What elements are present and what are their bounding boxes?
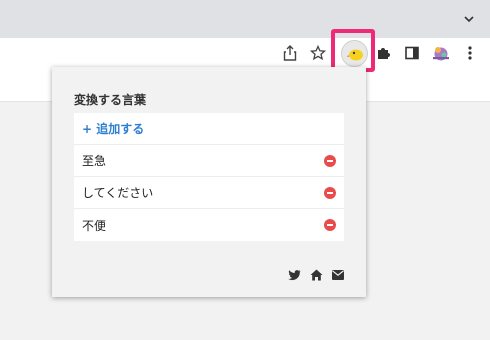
- remove-icon[interactable]: [324, 154, 336, 167]
- profile-avatar[interactable]: [430, 44, 452, 62]
- page-area-left: [0, 68, 52, 102]
- word-list: + 追加する 至急 してください 不便: [74, 113, 344, 241]
- side-panel-icon[interactable]: [403, 44, 421, 62]
- extension-icon[interactable]: [341, 40, 368, 67]
- page-area-right: [366, 68, 490, 102]
- word-text: してください: [82, 186, 154, 200]
- mail-icon[interactable]: [332, 270, 344, 280]
- word-text: 至急: [82, 154, 107, 168]
- popup-footer: [288, 269, 344, 281]
- star-icon[interactable]: [309, 44, 327, 62]
- share-icon[interactable]: [281, 44, 299, 62]
- word-row: してください: [74, 177, 344, 209]
- word-row: 不便: [74, 209, 344, 241]
- remove-icon[interactable]: [324, 186, 336, 199]
- browser-tabstrip: [0, 0, 490, 38]
- twitter-icon[interactable]: [288, 269, 301, 281]
- add-word-button[interactable]: + 追加する: [74, 113, 344, 145]
- home-icon[interactable]: [310, 269, 323, 281]
- chevron-down-icon[interactable]: [462, 12, 476, 26]
- add-word-label: + 追加する: [82, 122, 145, 136]
- popup-title: 変換する言葉: [74, 93, 147, 107]
- word-row: 至急: [74, 145, 344, 177]
- extension-popup: 変換する言葉 + 追加する 至急 してください 不便: [52, 67, 366, 297]
- puzzle-icon[interactable]: [374, 44, 392, 62]
- remove-icon[interactable]: [324, 219, 336, 231]
- word-text: 不便: [82, 218, 107, 233]
- more-vert-icon[interactable]: [461, 44, 479, 62]
